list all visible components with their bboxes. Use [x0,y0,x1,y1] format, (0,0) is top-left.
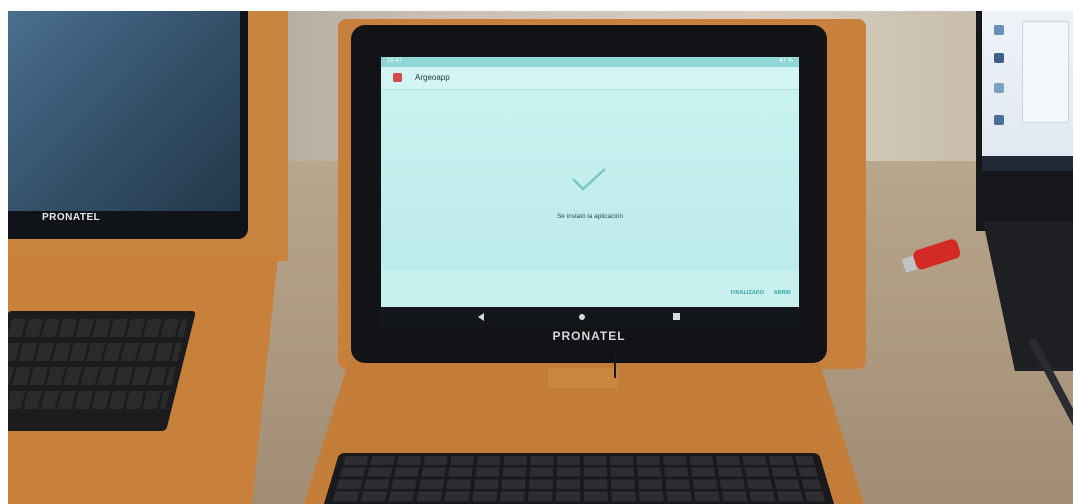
keyboard-row [339,467,819,477]
keyboard-row [343,456,815,466]
left-keyboard [8,311,196,431]
keyboard-row [8,319,189,337]
check-icon [572,168,606,191]
center-tablet-brand: PRONATEL [552,329,626,343]
keyboard-row [8,391,171,409]
tablet-screen: 10:47 47 % Argeoapp Se instaló la aplica… [381,57,799,307]
done-button[interactable]: FINALIZADO [731,290,764,296]
taskbar [982,156,1073,171]
desktop-icon [994,25,1004,35]
open-button[interactable]: ABRIR [774,290,791,296]
keyboard-row [8,367,177,385]
case-clip [548,368,618,388]
left-tablet: PRONATEL [8,11,248,239]
status-time: 10:47 [387,58,403,64]
file-window [1022,21,1069,123]
android-nav-bar [381,307,799,327]
center-tablet: 10:47 47 % Argeoapp Se instaló la aplica… [351,25,827,363]
keyboard-row [8,343,183,361]
app-icon [393,73,402,82]
status-battery: 47 % [779,58,793,64]
app-title: Argeoapp [415,73,450,82]
center-keyboard [324,452,834,504]
desktop-icon [994,83,1004,93]
keyboard-row [336,479,822,489]
install-message: Se instaló la aplicación [556,213,624,220]
action-buttons: FINALIZADO ABRIR [723,290,791,296]
recents-icon[interactable] [673,313,680,320]
back-icon[interactable] [478,313,484,321]
right-laptop [976,11,1073,231]
photo: PRONATEL 10:47 47 % Argeoapp Se instaló … [8,11,1073,504]
left-tablet-display [8,11,240,211]
desktop-icon [994,115,1004,125]
desktop-icon [994,53,1004,63]
status-bar: 10:47 47 % [381,57,799,67]
app-bar: Argeoapp [381,67,799,90]
left-tablet-brand: PRONATEL [42,212,101,223]
home-icon[interactable] [579,314,585,320]
keyboard-cable [614,356,616,378]
laptop-display [982,11,1073,171]
keyboard-row [332,491,826,502]
